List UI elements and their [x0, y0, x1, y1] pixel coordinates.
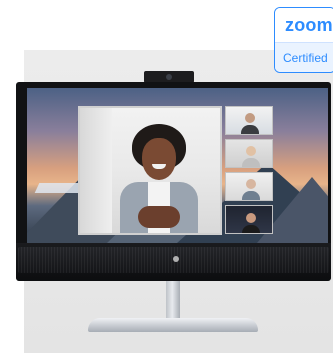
hands	[138, 206, 180, 228]
participant-body	[242, 225, 260, 233]
monitor-stand-base	[88, 318, 258, 332]
brand-logo-icon	[173, 256, 179, 262]
zoom-logo-text: zoom	[285, 14, 333, 35]
participant-tiles	[225, 106, 273, 234]
zoom-certified-badge: zoom Certified	[274, 7, 333, 73]
certified-label: Certified	[275, 42, 333, 72]
participant-tile	[225, 205, 273, 234]
zoom-logo: zoom	[275, 8, 333, 42]
participant-head	[246, 179, 256, 189]
window-light	[80, 108, 112, 233]
participant-body	[242, 191, 260, 200]
participant-head	[246, 213, 256, 223]
participant-body	[241, 125, 259, 134]
participant-tile	[225, 139, 273, 168]
participant-tile	[225, 106, 273, 135]
participant-head	[246, 146, 256, 156]
participant-body	[242, 158, 260, 167]
certified-text: Certified	[283, 50, 328, 65]
participant-tile	[225, 172, 273, 201]
participant-head	[245, 113, 255, 123]
main-video-tile	[78, 106, 222, 235]
face	[142, 138, 176, 180]
webcam-lens-icon	[166, 74, 172, 80]
main-participant	[114, 124, 204, 233]
